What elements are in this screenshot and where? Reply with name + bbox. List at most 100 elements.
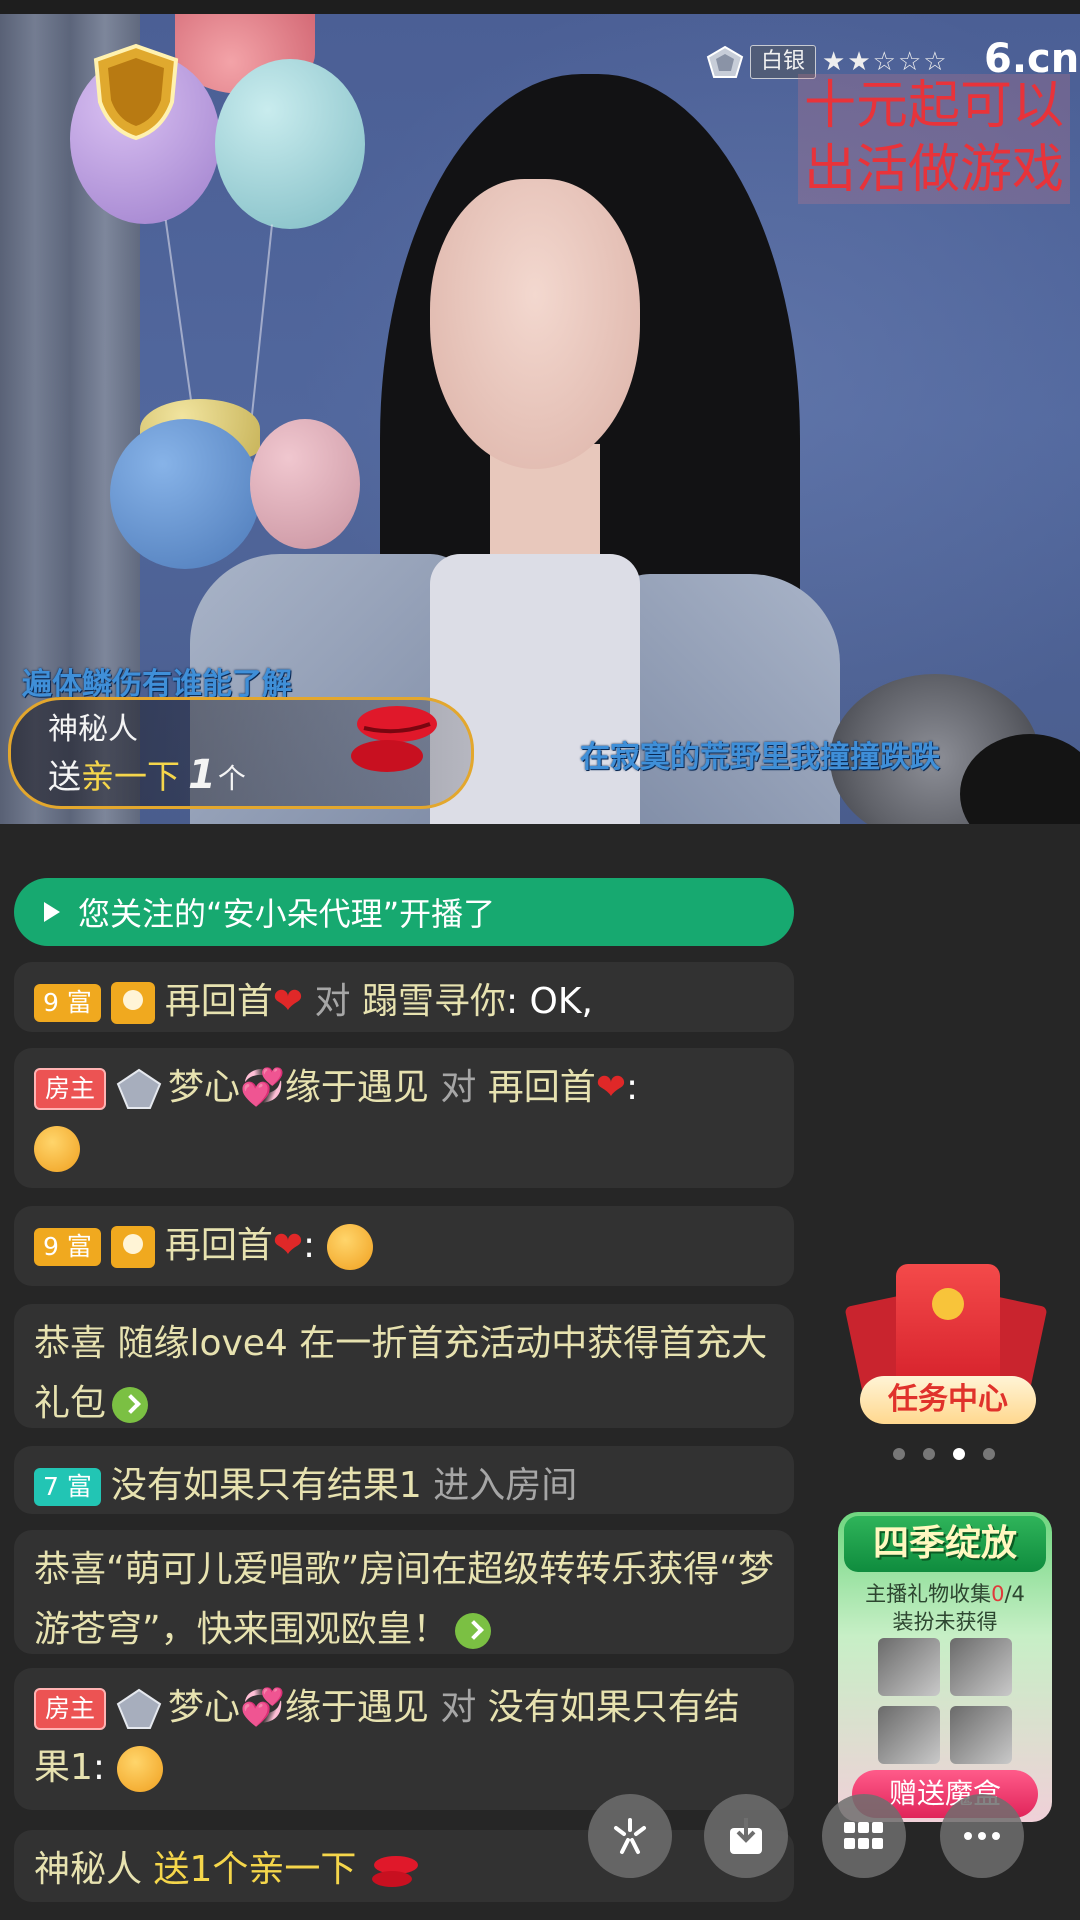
status-strip — [0, 0, 1080, 14]
hug-emoji-icon — [116, 1746, 163, 1792]
chat-username[interactable]: 没有如果只有结果1 — [111, 1465, 422, 1506]
double-heart-icon: 💞 — [240, 1067, 285, 1108]
chat-username[interactable]: 再回首 — [165, 981, 273, 1022]
follow-notice-text: 您关注的“安小朵代理”开播了 — [78, 895, 496, 933]
chat-username[interactable]: 再回首 — [165, 1225, 273, 1266]
season-gift-grid — [878, 1638, 1014, 1764]
kiss-lips-icon — [371, 1856, 418, 1887]
chat-text: : — [625, 1067, 639, 1108]
heart-icon: ❤ — [272, 1225, 304, 1266]
chat-to-word: 对 — [314, 981, 351, 1022]
system-text: 恭喜“萌可儿爱唱歌”房间在超级转转乐获得“梦游苍穹”，快来围观欧皇！ — [34, 1549, 774, 1650]
chevron-right-icon[interactable] — [112, 1387, 149, 1423]
chat-text: 进入房间 — [433, 1465, 578, 1506]
guard-shield-icon — [93, 43, 179, 141]
streamer-jacket — [610, 574, 840, 824]
chat-message: 9 富 再回首❤: — [14, 1206, 794, 1286]
chat-username[interactable]: 神秘人 — [34, 1849, 142, 1890]
chat-system-message[interactable]: 恭喜“萌可儿爱唱歌”房间在超级转转乐获得“梦游苍穹”，快来围观欧皇！ — [14, 1530, 794, 1654]
gift-thumbnail — [878, 1638, 940, 1696]
chat-target[interactable]: 蹋雪寻你 — [362, 981, 506, 1022]
chevron-right-icon[interactable] — [454, 1613, 491, 1649]
diamond-rank-icon — [116, 1688, 162, 1729]
follow-notice[interactable]: 您关注的“安小朵代理”开播了 — [14, 878, 794, 946]
chat-username-suffix[interactable]: 缘于遇见 — [285, 1687, 429, 1728]
gift-count: 1 — [188, 752, 216, 798]
double-heart-icon: 💞 — [240, 1687, 285, 1728]
carousel-dot-active[interactable] — [953, 1448, 965, 1460]
chat-username-suffix[interactable]: 缘于遇见 — [285, 1067, 429, 1108]
heart-icon: ❤ — [595, 1067, 626, 1108]
balloon-string — [249, 224, 273, 434]
gift-banner-text: 送亲一下 1个 — [48, 750, 246, 798]
host-badge: 房主 — [34, 1068, 107, 1110]
season-bloom-widget[interactable]: 四季绽放 主播礼物收集0/4 装扮未获得 赠送魔盒 — [838, 1512, 1052, 1822]
chat-text: : — [92, 1747, 106, 1788]
rank-stars: ★★☆☆☆ — [822, 47, 949, 77]
lyric-right: 在寂寞的荒野里我撞撞跌跌 — [580, 740, 940, 775]
promo-overlay-text: 十元起可以出活做游戏 — [798, 74, 1070, 204]
red-envelope-icon — [896, 1264, 1000, 1394]
carousel-dot[interactable] — [923, 1448, 935, 1460]
carousel-dot[interactable] — [893, 1448, 905, 1460]
chat-username[interactable]: 梦心 — [168, 1067, 240, 1108]
download-button[interactable] — [704, 1794, 788, 1878]
sparkle-button[interactable] — [588, 1794, 672, 1878]
gift-thumbnail — [950, 1706, 1012, 1764]
season-title: 四季绽放 — [844, 1516, 1046, 1572]
kiss-lips-icon — [351, 706, 437, 772]
carousel-dots[interactable] — [893, 1448, 995, 1460]
wealth-badge: 9 富 — [34, 1228, 101, 1266]
chat-message: 9 富 再回首❤ 对 蹋雪寻你: OK, — [14, 962, 794, 1032]
season-status: 装扮未获得 — [892, 1610, 998, 1634]
gift-thumbnail — [950, 1638, 1012, 1696]
chat-to-word: 对 — [440, 1067, 477, 1108]
season-sub-label: 主播礼物收集 — [865, 1582, 992, 1606]
user-avatar-icon — [110, 982, 155, 1024]
heart-icon: ❤ — [272, 981, 304, 1022]
wealth-badge: 7 富 — [34, 1468, 101, 1506]
chat-text: : OK, — [505, 981, 593, 1022]
diamond-rank-icon — [116, 1068, 162, 1109]
smirk-emoji-icon — [326, 1224, 373, 1270]
balloon — [250, 419, 360, 549]
more-icon — [964, 1832, 1000, 1840]
chat-message: 房主 梦心💞缘于遇见 对 没有如果只有结果1: — [14, 1668, 794, 1810]
gift-thumbnail — [878, 1706, 940, 1764]
download-icon — [730, 1818, 762, 1854]
wealth-badge: 9 富 — [34, 984, 101, 1022]
gift-send-word: 送 — [48, 757, 81, 796]
sparkle-icon — [614, 1818, 646, 1854]
silver-rank-icon — [706, 45, 744, 78]
live-video[interactable]: 白银 ★★☆☆☆ 6.cn 十元起可以出活做游戏 遍体鳞伤有谁能了解 在寂寞的荒… — [0, 14, 1080, 824]
gift-unit: 个 — [217, 762, 246, 795]
gift-name: 亲一下 — [81, 757, 180, 796]
chat-system-message[interactable]: 恭喜 随缘love4 在一折首充活动中获得首充大礼包 — [14, 1304, 794, 1428]
chat-text: : — [303, 1225, 316, 1266]
chat-gift-message: 神秘人 送1个亲一下 — [14, 1830, 794, 1902]
coin-icon — [932, 1288, 964, 1320]
chat-text: 送1个亲一下 — [153, 1849, 357, 1890]
task-center-widget[interactable]: 任务中心 — [844, 1258, 1048, 1428]
play-icon — [44, 902, 60, 922]
smirk-emoji-icon — [34, 1126, 80, 1172]
streamer-face — [430, 179, 640, 469]
grid-icon — [844, 1822, 883, 1849]
task-center-label: 任务中心 — [860, 1376, 1036, 1424]
gift-banner-user: 神秘人 — [48, 712, 138, 747]
season-progress: 0 — [991, 1582, 1005, 1606]
chat-username[interactable]: 梦心 — [168, 1687, 240, 1728]
host-badge: 房主 — [34, 1688, 107, 1730]
chat-to-word: 对 — [440, 1687, 477, 1728]
more-button[interactable] — [940, 1794, 1024, 1878]
carousel-dot[interactable] — [983, 1448, 995, 1460]
chat-message: 房主 梦心💞缘于遇见 对 再回首❤: — [14, 1048, 794, 1188]
balloon — [215, 59, 365, 229]
balloon — [110, 419, 260, 569]
grid-menu-button[interactable] — [822, 1794, 906, 1878]
season-collection-progress: 主播礼物收集0/4 — [838, 1578, 1052, 1608]
chat-target[interactable]: 再回首 — [488, 1067, 596, 1108]
season-total: /4 — [1004, 1582, 1025, 1606]
chat-message: 7 富没有如果只有结果1 进入房间 — [14, 1446, 794, 1514]
user-avatar-icon — [110, 1226, 155, 1268]
